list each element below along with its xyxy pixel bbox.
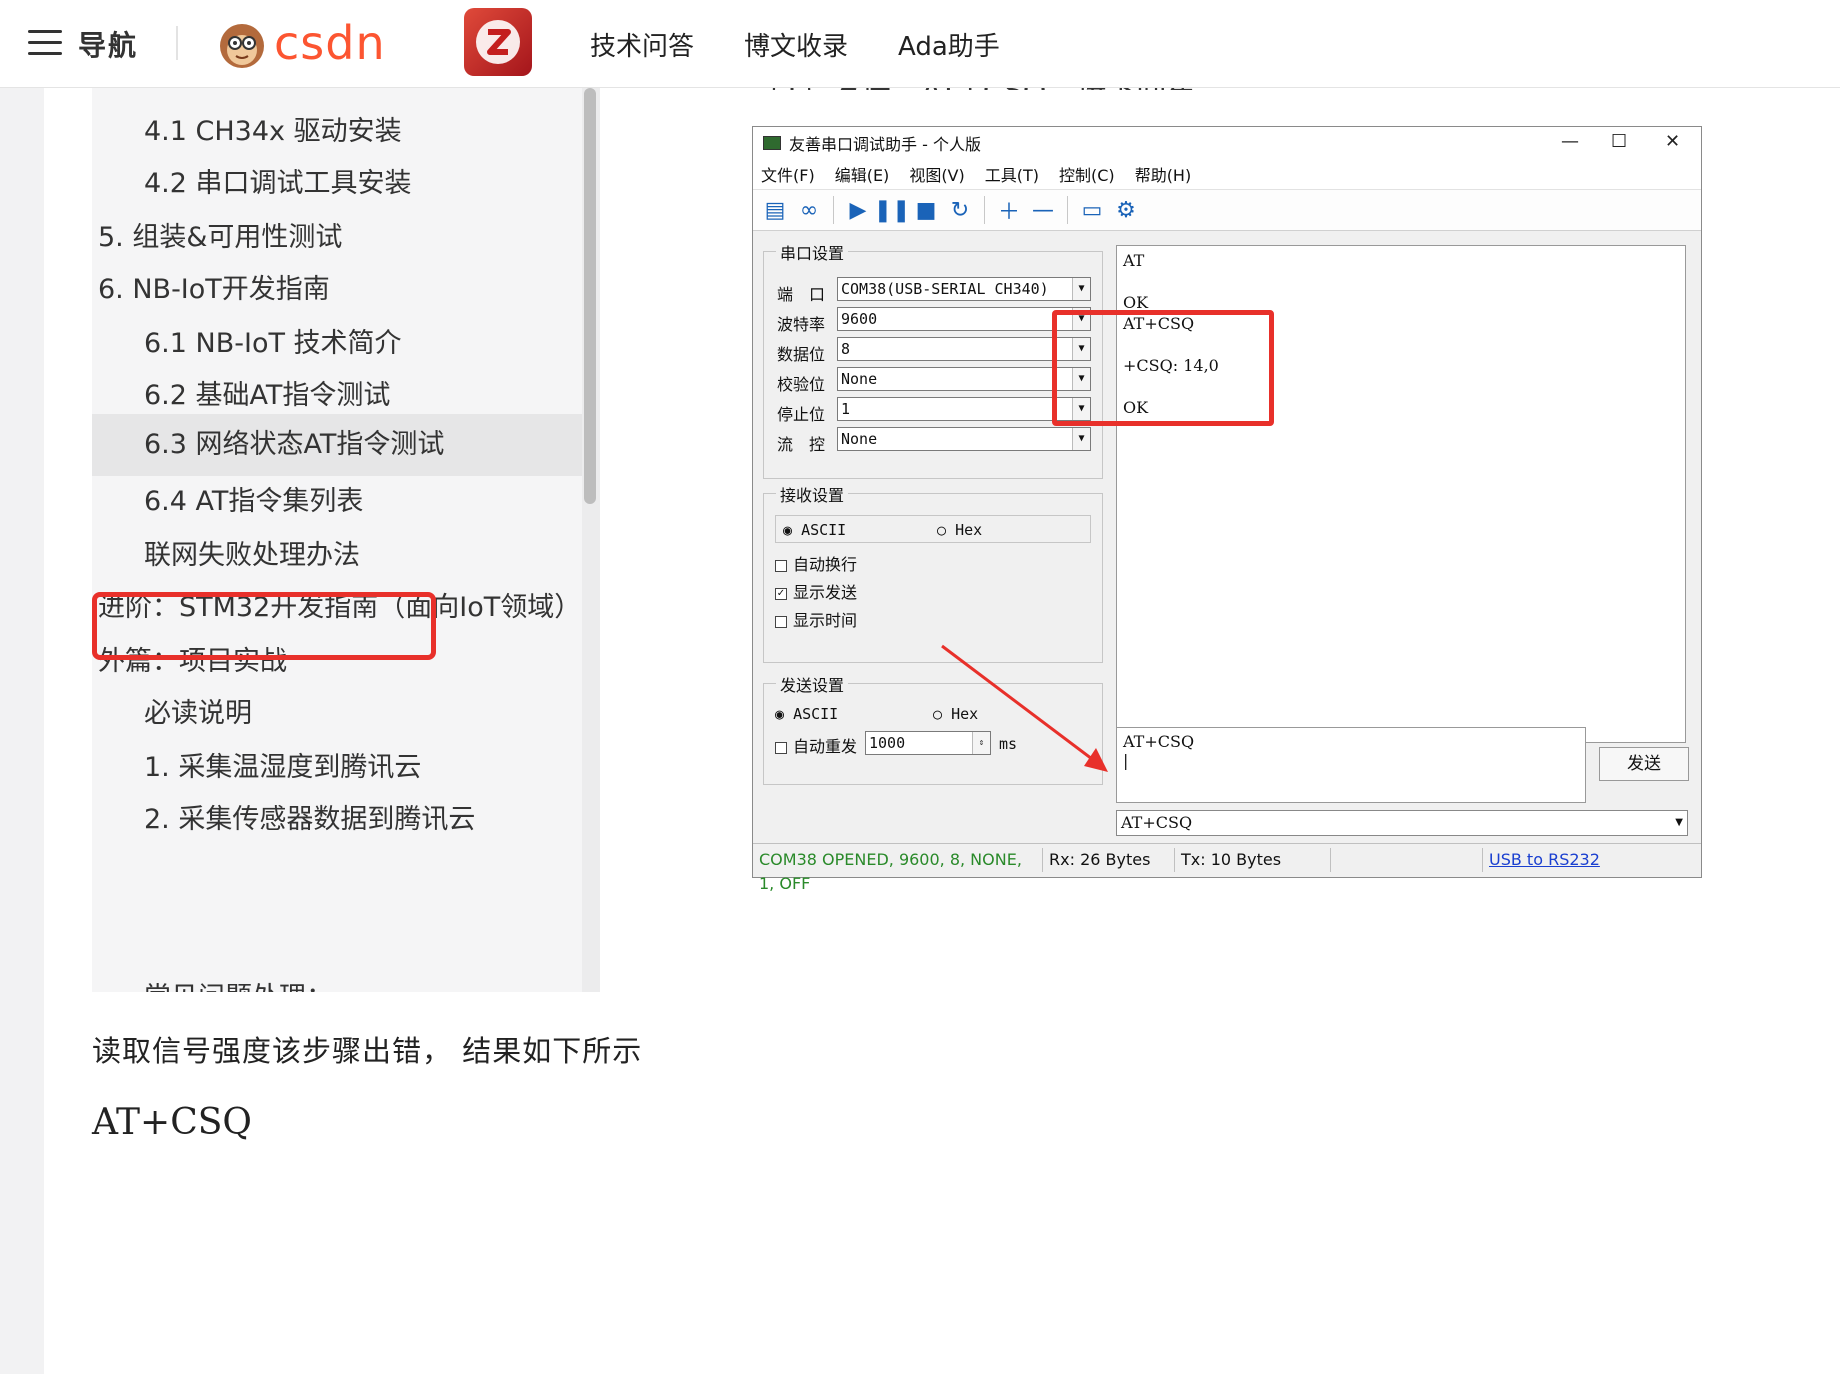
- toc-item[interactable]: 4.2 串口调试工具安装: [92, 154, 584, 214]
- menu-help[interactable]: 帮助(H): [1135, 162, 1192, 186]
- field-label: 校验位: [777, 375, 826, 394]
- minus-icon[interactable]: —: [1029, 196, 1057, 224]
- toc-item[interactable]: 6.4 AT指令集列表: [92, 472, 584, 532]
- status-rx: Rx: 26 Bytes: [1043, 847, 1175, 872]
- toc-scrollbar-thumb[interactable]: [584, 88, 596, 504]
- table-of-contents: 4.1 CH34x 驱动安装 4.2 串口调试工具安装 5. 组装&可用性测试 …: [92, 88, 600, 992]
- minimize-icon[interactable]: —: [1561, 131, 1579, 152]
- window-icon[interactable]: ▭: [1078, 196, 1106, 224]
- window-menubar: 文件(F) 编辑(E) 视图(V) 工具(T) 控制(C) 帮助(H): [753, 159, 1701, 189]
- toc-item-highlighted[interactable]: 联网失败处理办法: [92, 526, 584, 586]
- menu-edit[interactable]: 编辑(E): [835, 162, 890, 186]
- nav-label[interactable]: 导航: [78, 24, 138, 64]
- toc-item[interactable]: 2. 采集传感器数据到腾讯云: [92, 790, 584, 850]
- nav-link-qa[interactable]: 技术问答: [590, 26, 694, 63]
- menu-view[interactable]: 视图(V): [909, 162, 964, 186]
- toc-item[interactable]: 1. 采集温湿度到腾讯云: [92, 738, 584, 798]
- toolbar-separator: [1067, 196, 1068, 224]
- highlight-box: [92, 592, 436, 660]
- status-port: COM38 OPENED, 9600, 8, NONE, 1, OFF: [753, 847, 1043, 893]
- status-link[interactable]: USB to RS232: [1483, 848, 1623, 872]
- port-select[interactable]: COM38(USB-SERIAL CH340) ▼: [837, 277, 1091, 301]
- toc-item[interactable]: 5. 组装&可用性测试: [92, 208, 584, 268]
- menu-tools[interactable]: 工具(T): [985, 162, 1039, 186]
- toc-item-active[interactable]: 6.3 网络状态AT指令测试: [92, 414, 584, 476]
- group-title: 接收设置: [776, 482, 849, 506]
- field-label: 数据位: [777, 345, 826, 364]
- toc-item[interactable]: 常见问题处理：: [92, 968, 584, 992]
- toolbar-separator: [984, 196, 985, 224]
- menu-control[interactable]: 控制(C): [1059, 162, 1115, 186]
- header-divider: [176, 26, 178, 60]
- flow-control-select[interactable]: None ▼: [837, 427, 1091, 451]
- field-label: 端 口: [777, 285, 826, 304]
- refresh-icon[interactable]: ↻: [946, 196, 974, 224]
- play-icon[interactable]: ▶: [844, 196, 872, 224]
- auto-resend-checkbox[interactable]: 自动重发: [775, 733, 857, 757]
- code-snippet: AT+CSQ: [92, 1102, 252, 1143]
- send-textarea[interactable]: AT+CSQ |: [1116, 727, 1586, 803]
- monkey-logo-icon: [220, 24, 264, 68]
- toc-item[interactable]: 6.1 NB-IoT 技术简介: [92, 314, 584, 374]
- plus-icon[interactable]: ＋: [995, 196, 1023, 225]
- status-tx: Tx: 10 Bytes: [1175, 847, 1331, 872]
- field-label: 流 控: [777, 435, 826, 454]
- gear-icon[interactable]: ⚙: [1112, 196, 1140, 224]
- show-time-checkbox[interactable]: 显示时间: [775, 607, 857, 631]
- document-icon[interactable]: ▤: [761, 196, 789, 224]
- red-arrow-icon: [941, 644, 1108, 772]
- app-badge-icon[interactable]: [464, 8, 532, 76]
- window-toolbar: ▤ ∞ ▶ ❚❚ ■ ↻ ＋ — ▭ ⚙: [753, 189, 1701, 231]
- stop-icon[interactable]: ■: [912, 196, 940, 224]
- csdn-wordmark: csdn: [274, 16, 386, 70]
- left-margin: [0, 88, 44, 1374]
- field-label: 停止位: [777, 405, 826, 424]
- status-bar: COM38 OPENED, 9600, 8, NONE, 1, OFF Rx: …: [753, 843, 1701, 893]
- toc-item[interactable]: 4.1 CH34x 驱动安装: [92, 102, 584, 162]
- window-title: 友善串口调试助手 - 个人版: [789, 135, 981, 154]
- pause-icon[interactable]: ❚❚: [874, 196, 911, 224]
- send-button[interactable]: 发送: [1599, 747, 1689, 781]
- group-title: 发送设置: [776, 672, 849, 696]
- send-ascii-radio[interactable]: ◉ ASCII: [775, 705, 838, 723]
- close-icon[interactable]: ✕: [1665, 131, 1680, 152]
- status-empty: [1331, 847, 1483, 872]
- field-label: 波特率: [777, 315, 826, 334]
- link-icon[interactable]: ∞: [795, 196, 823, 224]
- app-icon: [763, 136, 781, 150]
- highlight-box: [1052, 310, 1274, 426]
- article-paragraph: 读取信号强度该步骤出错， 结果如下所示: [92, 1034, 643, 1068]
- recv-ascii-radio[interactable]: ◉ ASCII: [783, 521, 846, 539]
- send-history-select[interactable]: AT+CSQ ▼: [1116, 810, 1688, 836]
- hamburger-menu-icon[interactable]: [28, 30, 62, 56]
- show-send-checkbox[interactable]: ✓ 显示发送: [775, 579, 857, 603]
- auto-wrap-checkbox[interactable]: 自动换行: [775, 551, 857, 575]
- nav-link-blogs[interactable]: 博文收录: [744, 26, 848, 63]
- menu-file[interactable]: 文件(F): [761, 162, 815, 186]
- top-nav: 技术问答 博文收录 Ada助手: [590, 26, 1000, 63]
- recv-hex-radio[interactable]: ○ Hex: [937, 521, 982, 539]
- maximize-icon[interactable]: ☐: [1611, 131, 1627, 152]
- toc-item[interactable]: 必读说明: [92, 684, 584, 744]
- nav-link-ada[interactable]: Ada助手: [898, 26, 1000, 63]
- top-header: 导航 csdn 技术问答 博文收录 Ada助手: [0, 0, 1840, 88]
- group-title: 串口设置: [776, 240, 849, 264]
- toc-item[interactable]: 6. NB-IoT开发指南: [92, 260, 584, 320]
- serial-tool-window: 友善串口调试助手 - 个人版 — ☐ ✕ 文件(F) 编辑(E) 视图(V) 工…: [752, 126, 1702, 893]
- toolbar-separator: [833, 196, 834, 224]
- window-titlebar: 友善串口调试助手 - 个人版 — ☐ ✕: [753, 127, 1701, 159]
